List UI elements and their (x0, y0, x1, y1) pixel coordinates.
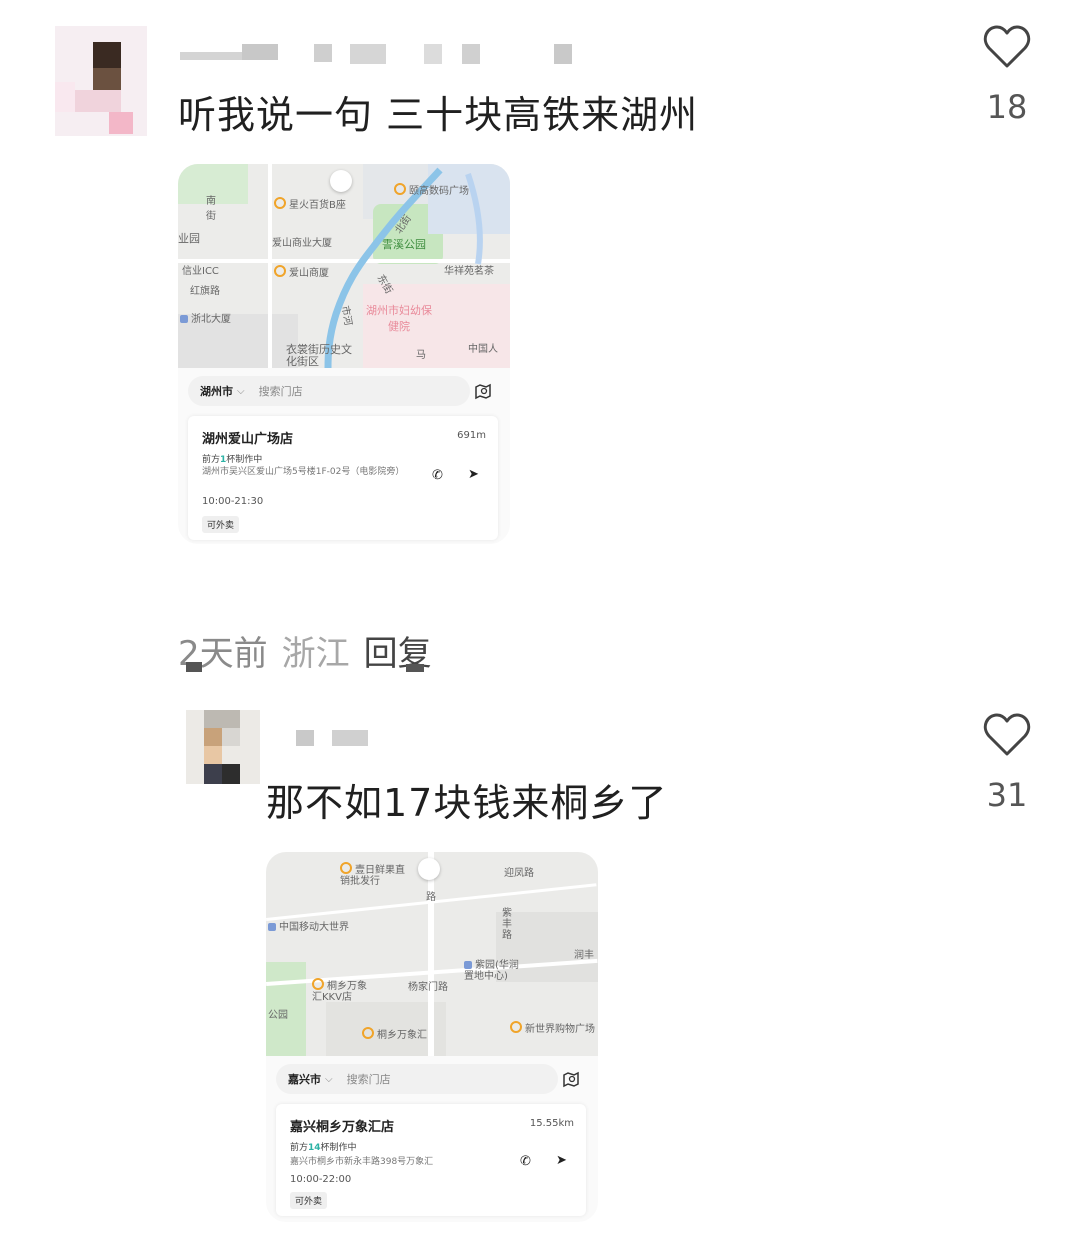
store-name: 嘉兴桐乡万象汇店 (290, 1120, 395, 1135)
comment-meta: 2天前 浙江 回复 (178, 626, 432, 675)
map-label: 浙北大厦 (180, 310, 231, 325)
map-label: 中国移动大世界 (268, 918, 349, 933)
phone-icon[interactable]: ✆ (432, 468, 443, 483)
store-distance: 15.55km (529, 1118, 574, 1129)
city-selector[interactable]: 嘉兴市 (288, 1071, 321, 1087)
chevron-down-icon: ⌵ (325, 1073, 333, 1085)
username-redacted[interactable] (296, 728, 376, 748)
username-redacted[interactable] (180, 42, 580, 68)
queue-status: 前方14杯制作中 (290, 1143, 357, 1153)
map-toggle-icon[interactable] (474, 382, 492, 400)
heart-icon[interactable] (983, 24, 1031, 70)
navigate-icon[interactable]: ➤ (556, 1153, 567, 1168)
comment-text: 那不如17块钱来桐乡了 (266, 781, 668, 825)
store-search-bar[interactable]: 湖州市 ⌵ 搜索门店 (188, 376, 470, 406)
avatar[interactable] (186, 710, 260, 784)
map-label: 衣裳街历史文化街区 (286, 343, 352, 368)
map-label: 南街 (206, 196, 216, 222)
map-label: 润丰 (574, 950, 594, 961)
map-label: 市河 (338, 305, 354, 327)
map-label: 公园 (268, 1010, 288, 1021)
map-label: 星火百货B座 (274, 196, 346, 211)
city-selector[interactable]: 湖州市 (200, 383, 233, 399)
avatar[interactable] (55, 26, 147, 136)
map-label: 迎凤路 (504, 868, 534, 879)
store-hours: 10:00-22:00 (290, 1174, 352, 1185)
store-distance: 691m (457, 430, 486, 441)
map-label: 颐高数码广场 (394, 182, 469, 197)
map-card[interactable]: 壹日鲜果直销批发行 迎凤路 路 中国移动大世界 紫丰路 润丰 紫园(华润置地中心… (266, 852, 598, 1222)
store-pin-icon[interactable] (418, 858, 440, 880)
map-label: 中国人 (468, 344, 498, 355)
map-label: 爱山商业大厦 (272, 238, 332, 249)
map-label: 桐乡万象汇KKV店 (312, 978, 374, 1003)
map-view[interactable]: 壹日鲜果直销批发行 迎凤路 路 中国移动大世界 紫丰路 润丰 紫园(华润置地中心… (266, 852, 598, 1056)
store-card[interactable]: 嘉兴桐乡万象汇店 15.55km 前方14杯制作中 嘉兴市桐乡市新永丰路398号… (276, 1104, 586, 1216)
map-label: 湖州市妇幼保健院 (366, 304, 432, 333)
store-address: 嘉兴市桐乡市新永丰路398号万象汇 (290, 1157, 434, 1167)
delivery-tag: 可外卖 (290, 1192, 328, 1209)
map-label: 杨家门路 (408, 982, 448, 993)
map-label: 路 (426, 892, 436, 903)
map-card[interactable]: 南街 星火百货B座 颐高数码广场 北街 霅溪公园 爱山商业大厦 业园 信业ICC… (178, 164, 510, 544)
map-label: 信业ICC (182, 266, 219, 277)
comment-location: 浙江 (281, 634, 350, 674)
map-label: 壹日鲜果直销批发行 (340, 862, 410, 887)
map-view[interactable]: 南街 星火百货B座 颐高数码广场 北街 霅溪公园 爱山商业大厦 业园 信业ICC… (178, 164, 510, 368)
phone-icon[interactable]: ✆ (520, 1154, 531, 1169)
store-card[interactable]: 湖州爱山广场店 691m 前方1杯制作中 湖州市吴兴区爱山广场5号楼1F-02号… (188, 416, 498, 540)
store-hours: 10:00-21:30 (202, 496, 264, 507)
search-placeholder: 搜索门店 (258, 385, 303, 398)
store-pin-icon[interactable] (330, 170, 352, 192)
store-name: 湖州爱山广场店 (202, 432, 294, 447)
queue-status: 前方1杯制作中 (202, 455, 263, 465)
map-toggle-icon[interactable] (562, 1070, 580, 1088)
map-label: 霅溪公园 (382, 238, 426, 251)
map-label: 马 (416, 350, 426, 361)
store-address: 湖州市吴兴区爱山广场5号楼1F-02号（电影院旁） (202, 467, 405, 477)
search-placeholder: 搜索门店 (346, 1073, 391, 1086)
map-label: 爱山商厦 (274, 264, 329, 279)
map-label: 桐乡万象汇 (362, 1026, 427, 1041)
map-label: 业园 (178, 232, 200, 245)
comment-text: 听我说一句 三十块高铁来湖州 (178, 93, 699, 137)
map-label: 华祥苑茗茶 (444, 266, 494, 277)
map-label: 红旗路 (190, 286, 220, 297)
map-label: 紫丰路 (502, 908, 512, 941)
delivery-tag: 可外卖 (202, 516, 240, 533)
navigate-icon[interactable]: ➤ (468, 467, 479, 482)
heart-icon[interactable] (983, 712, 1031, 758)
store-search-bar[interactable]: 嘉兴市 ⌵ 搜索门店 (276, 1064, 558, 1094)
map-label: 新世界购物广场 (510, 1020, 595, 1035)
chevron-down-icon: ⌵ (237, 385, 245, 397)
map-label: 紫园(华润置地中心) (464, 960, 524, 982)
like-count: 31 (986, 776, 1028, 814)
like-count: 18 (986, 88, 1028, 126)
